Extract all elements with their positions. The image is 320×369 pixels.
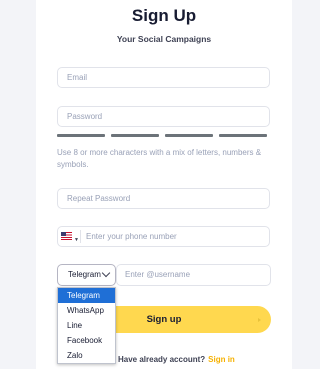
sign-up-label: Sign up <box>146 314 182 325</box>
strength-segment <box>57 134 105 137</box>
page-title: Sign Up <box>131 6 197 25</box>
password-field[interactable]: Password <box>57 106 270 127</box>
dropdown-option-whatsapp[interactable]: WhatsApp <box>58 303 115 318</box>
phone-placeholder: Enter your phone number <box>86 232 177 241</box>
messenger-select[interactable]: Telegram <box>57 264 116 286</box>
dropdown-option-facebook[interactable]: Facebook <box>58 333 115 348</box>
username-placeholder: Enter @username <box>125 270 191 279</box>
username-field[interactable]: Enter @username <box>116 264 271 286</box>
us-flag-icon[interactable] <box>61 232 72 240</box>
password-placeholder: Password <box>67 112 103 121</box>
caret-down-icon[interactable]: ▼ <box>74 231 79 250</box>
dropdown-option-zalo[interactable]: Zalo <box>58 348 115 363</box>
email-placeholder: Email <box>67 73 88 82</box>
messenger-dropdown[interactable]: Telegram WhatsApp Line Facebook Zalo <box>57 287 116 364</box>
dropdown-option-telegram[interactable]: Telegram <box>58 288 115 303</box>
phone-field[interactable]: ▼ Enter your phone number <box>57 226 270 247</box>
repeat-password-placeholder: Repeat Password <box>67 194 131 203</box>
signin-prompt-text: Have already account? <box>118 355 206 364</box>
email-field[interactable]: Email <box>57 67 270 88</box>
chevron-down-icon <box>101 268 111 278</box>
repeat-password-field[interactable]: Repeat Password <box>57 188 270 209</box>
page-subtitle: Your Social Campaigns <box>116 34 212 44</box>
dropdown-option-line[interactable]: Line <box>58 318 115 333</box>
strength-segment <box>219 134 267 137</box>
strength-segment <box>165 134 213 137</box>
arrow-right-icon <box>258 318 261 322</box>
signin-prompt: Have already account? Sign in <box>118 355 235 364</box>
phone-divider <box>80 230 81 243</box>
password-hint: Use 8 or more characters with a mix of l… <box>57 148 262 169</box>
password-strength-meter <box>57 134 271 137</box>
sign-in-link[interactable]: Sign in <box>208 355 235 364</box>
strength-segment <box>111 134 159 137</box>
messenger-selected: Telegram <box>68 270 101 279</box>
